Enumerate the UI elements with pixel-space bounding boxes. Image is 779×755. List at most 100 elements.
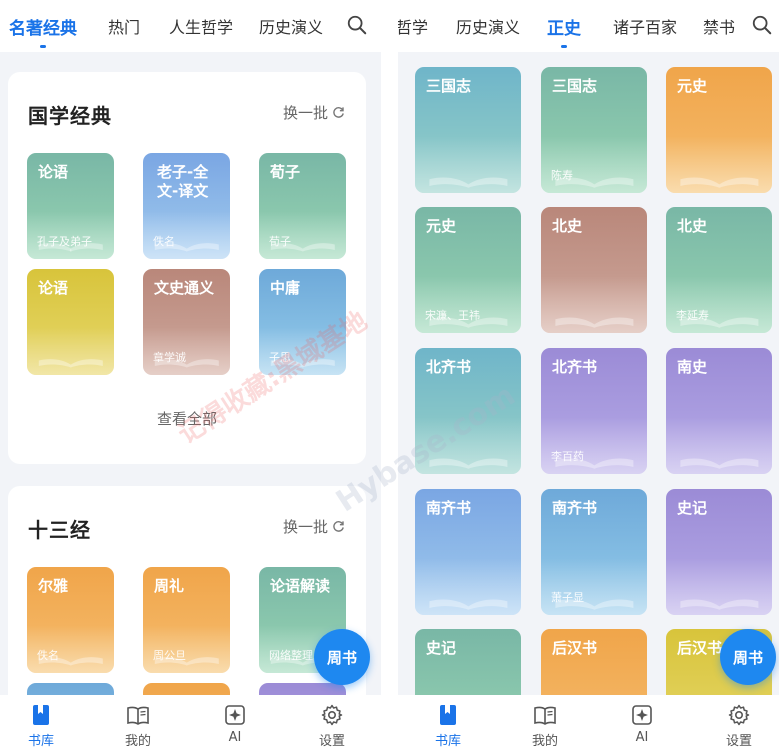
book-cover[interactable]: 老子-全文-译文 佚名 bbox=[143, 153, 230, 259]
bottom-nav-settings[interactable]: 设置 bbox=[709, 703, 769, 749]
tab-historical-romance[interactable]: 历史演义 bbox=[456, 14, 520, 38]
book-title: 老子-全文-译文 bbox=[157, 163, 209, 200]
book-cover[interactable]: 三国志 陈寿 bbox=[541, 67, 647, 193]
refresh-batch-button[interactable]: 换一批 bbox=[283, 102, 346, 123]
bottom-nav-library[interactable]: 书库 bbox=[418, 703, 478, 749]
book-cover[interactable]: 荀子 荀子 bbox=[259, 153, 346, 259]
active-tab-indicator bbox=[40, 45, 46, 48]
active-tab-indicator bbox=[561, 45, 567, 48]
tab-life-philosophy[interactable]: 人生哲学 bbox=[169, 14, 233, 38]
search-icon[interactable] bbox=[346, 14, 368, 36]
book-title: 论语解读 bbox=[270, 577, 331, 595]
tab-label: 热门 bbox=[108, 18, 141, 37]
tab-philosophy-partial[interactable]: 哲学 bbox=[398, 14, 428, 38]
book-author: 佚名 bbox=[37, 649, 59, 662]
book-cover[interactable]: 尔雅 佚名 bbox=[27, 567, 114, 673]
open-book-icon bbox=[428, 599, 507, 610]
book-title: 尔雅 bbox=[38, 577, 69, 595]
tab-banned-books[interactable]: 禁书 bbox=[703, 14, 735, 38]
floating-book-button[interactable]: 周书 bbox=[720, 629, 776, 685]
tab-classics[interactable]: 名著经典 bbox=[9, 14, 77, 48]
book-title: 北齐书 bbox=[552, 358, 598, 376]
tab-popular[interactable]: 热门 bbox=[108, 14, 140, 38]
book-author: 佚名 bbox=[153, 235, 175, 248]
book-cover[interactable]: 史记 bbox=[666, 489, 772, 615]
open-book-icon bbox=[679, 599, 758, 610]
tab-label: 诸子百家 bbox=[613, 18, 678, 37]
bottom-nav-label: AI bbox=[635, 730, 649, 745]
book-author: 孔子及弟子 bbox=[37, 235, 92, 248]
floating-book-button[interactable]: 周书 bbox=[314, 629, 370, 685]
book-author: 网络整理 bbox=[269, 649, 313, 662]
open-book-icon bbox=[127, 706, 149, 725]
tab-label: 正史 bbox=[547, 19, 581, 39]
book-cover[interactable]: 论语 bbox=[27, 269, 114, 375]
tab-label: 禁书 bbox=[703, 18, 736, 37]
gear-icon bbox=[728, 704, 750, 726]
open-book-icon bbox=[428, 177, 507, 188]
book-cover[interactable]: 北史 bbox=[541, 207, 647, 333]
book-title: 后汉书 bbox=[552, 639, 598, 657]
search-icon[interactable] bbox=[751, 14, 773, 36]
refresh-label: 换一批 bbox=[282, 518, 328, 536]
open-book-icon bbox=[679, 458, 758, 469]
section-card-guoxue: 国学经典 换一批 论语 孔子及弟子 老子-全文-译文 佚名 荀子 荀子 论语 文… bbox=[8, 72, 366, 464]
book-title: 中庸 bbox=[270, 279, 301, 297]
bottom-nav-mine[interactable]: 我的 bbox=[515, 703, 575, 749]
tab-official-history[interactable]: 正史 bbox=[547, 14, 581, 48]
book-cover[interactable]: 周礼 周公旦 bbox=[143, 567, 230, 673]
bottom-nav-label: 书库 bbox=[27, 734, 54, 749]
tab-historical-romance[interactable]: 历史演义 bbox=[259, 14, 323, 38]
book-title: 论语 bbox=[38, 279, 69, 297]
book-title: 三国志 bbox=[552, 77, 598, 95]
book-title: 史记 bbox=[426, 639, 457, 657]
book-cover[interactable]: 文史通义 章学诚 bbox=[143, 269, 230, 375]
bottom-nav-bar: 书库 我的 AI 设置 bbox=[398, 695, 779, 755]
book-author: 宋濂、王祎 bbox=[425, 309, 480, 322]
book-title: 荀子 bbox=[270, 163, 301, 181]
tab-label: 历史演义 bbox=[456, 18, 521, 37]
book-cover[interactable]: 北齐书 李百药 bbox=[541, 348, 647, 474]
bottom-nav-settings[interactable]: 设置 bbox=[302, 703, 362, 749]
book-cover[interactable]: 南齐书 萧子显 bbox=[541, 489, 647, 615]
bottom-nav-label: 设置 bbox=[725, 734, 752, 749]
open-book-icon bbox=[554, 317, 633, 328]
book-cover[interactable]: 北史 李延寿 bbox=[666, 207, 772, 333]
book-title: 北史 bbox=[677, 217, 708, 235]
bottom-nav-label: 设置 bbox=[318, 734, 345, 749]
ai-sparkle-icon bbox=[225, 705, 245, 725]
bottom-nav-mine[interactable]: 我的 bbox=[108, 703, 168, 749]
bottom-nav-ai[interactable]: AI bbox=[205, 703, 265, 745]
book-title: 三国志 bbox=[426, 77, 472, 95]
book-cover[interactable]: 南齐书 bbox=[415, 489, 521, 615]
book-cover[interactable]: 元史 bbox=[666, 67, 772, 193]
book-cover[interactable]: 论语 孔子及弟子 bbox=[27, 153, 114, 259]
book-title: 史记 bbox=[677, 499, 708, 517]
bottom-nav-library[interactable]: 书库 bbox=[11, 703, 71, 749]
bottom-nav-label: 我的 bbox=[124, 734, 151, 749]
book-author: 周公旦 bbox=[153, 649, 186, 662]
bookmark-book-icon bbox=[440, 705, 456, 725]
book-author: 李延寿 bbox=[676, 309, 709, 322]
tab-label: 名著经典 bbox=[9, 19, 77, 39]
open-book-icon bbox=[679, 177, 758, 188]
bottom-nav-label: 书库 bbox=[434, 734, 461, 749]
book-author: 章学诚 bbox=[153, 351, 186, 364]
book-cover[interactable]: 三国志 bbox=[415, 67, 521, 193]
refresh-batch-button[interactable]: 换一批 bbox=[283, 516, 346, 537]
book-title: 论语 bbox=[38, 163, 69, 181]
tab-hundred-schools[interactable]: 诸子百家 bbox=[613, 14, 677, 38]
book-title: 元史 bbox=[426, 217, 457, 235]
top-tab-bar: 哲学 历史演义 正史 诸子百家 禁书 bbox=[398, 0, 779, 52]
refresh-icon bbox=[333, 107, 344, 118]
book-title: 北史 bbox=[552, 217, 583, 235]
tab-label: 历史演义 bbox=[259, 18, 324, 37]
book-cover[interactable]: 南史 bbox=[666, 348, 772, 474]
book-cover[interactable]: 元史 宋濂、王祎 bbox=[415, 207, 521, 333]
bookmark-book-icon bbox=[33, 705, 49, 725]
bottom-nav-ai[interactable]: AI bbox=[612, 703, 672, 745]
bottom-nav-label: AI bbox=[228, 730, 242, 745]
tab-label: 人生哲学 bbox=[169, 18, 234, 37]
book-title: 元史 bbox=[677, 77, 708, 95]
ai-sparkle-icon bbox=[632, 705, 652, 725]
